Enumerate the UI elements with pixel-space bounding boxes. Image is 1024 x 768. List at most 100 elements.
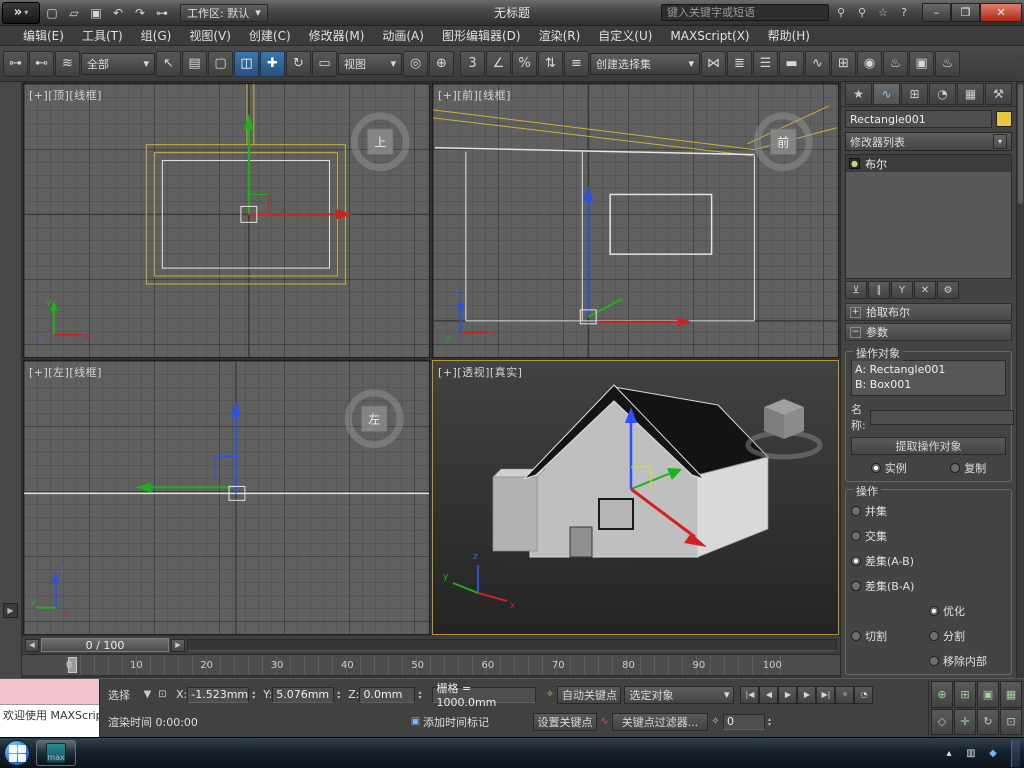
move-gizmo[interactable] (579, 185, 692, 327)
undo-button[interactable]: ↶ (108, 3, 128, 23)
menu-create[interactable]: 创建(C) (240, 26, 300, 45)
bind-to-spacewarp-icon[interactable]: ≋ (55, 50, 80, 77)
extract-operand-button[interactable]: 提取操作对象 (851, 437, 1006, 455)
stack-item-boolean[interactable]: ● 布尔 (846, 155, 1011, 172)
play-button[interactable]: ▶ (778, 685, 798, 704)
viewport-perspective-label[interactable]: [+][透视][真实] (438, 364, 522, 380)
viewport-front-canvas[interactable]: z x y 前 (433, 84, 838, 358)
select-and-move-icon[interactable]: ✚ (260, 50, 285, 77)
viewport-left-label[interactable]: [+][左][线框] (29, 364, 102, 380)
snap-toggle-icon[interactable]: 3 (460, 50, 485, 77)
cut-refine-radio[interactable]: 优化 (929, 603, 1006, 619)
selection-region-icon[interactable]: ▢ (208, 50, 233, 77)
redo-button[interactable]: ↷ (130, 3, 150, 23)
scrollbar-thumb[interactable] (1018, 84, 1023, 204)
angle-snap-icon[interactable]: ∠ (486, 50, 511, 77)
cut-remove-inside-radio[interactable]: 移除内部 (929, 653, 1006, 669)
close-button[interactable]: ✕ (980, 3, 1022, 22)
maximize-viewport-toggle[interactable]: ⊡ (1000, 708, 1022, 735)
maximize-button[interactable]: ❐ (951, 3, 980, 22)
maxscript-mini-listener[interactable]: 欢迎使用 MAXScript (0, 705, 99, 737)
show-hidden-icons[interactable]: ▴ (941, 745, 957, 761)
x-coord-field[interactable]: -1.523mm (187, 686, 250, 703)
menu-help[interactable]: 帮助(H) (759, 26, 819, 45)
object-color-swatch[interactable] (996, 111, 1012, 128)
curve-editor-icon[interactable]: ∿ (805, 50, 830, 77)
modifier-stack[interactable]: ● 布尔 (845, 154, 1012, 279)
menu-graph-editors[interactable]: 图形编辑器(D) (433, 26, 530, 45)
show-end-result-icon[interactable]: ∥ (868, 281, 890, 299)
subtraction-ba-radio[interactable]: 差集(B-A) (851, 578, 1006, 594)
spinner-snap-icon[interactable]: ⇅ (538, 50, 563, 77)
next-frame-button[interactable]: ▶ (171, 638, 185, 652)
tab-motion[interactable]: ◔ (929, 83, 956, 106)
subtraction-ab-radio[interactable]: 差集(A-B) (851, 553, 1006, 569)
union-radio[interactable]: 并集 (851, 503, 1006, 519)
start-button[interactable] (4, 740, 30, 766)
schematic-view-icon[interactable]: ⊞ (831, 50, 856, 77)
modifier-list-dropdown[interactable]: 修改器列表 ▾ (845, 132, 1012, 151)
tray-network-icon[interactable]: ▥ (963, 745, 979, 761)
operand-a[interactable]: A: Rectangle001 (855, 362, 1002, 377)
new-scene-button[interactable]: ▢ (42, 3, 62, 23)
cut-split-radio[interactable]: 分割 (929, 628, 1006, 644)
render-icon[interactable]: ♨ (935, 50, 960, 77)
use-pivot-center-icon[interactable]: ◎ (403, 50, 428, 77)
make-unique-icon[interactable]: Y (891, 281, 913, 299)
tab-modify[interactable]: ∿ (873, 83, 900, 106)
align-icon[interactable]: ≣ (727, 50, 752, 77)
application-menu-button[interactable]: » ▾ (2, 1, 40, 24)
zoom-extents-icon[interactable]: ▣ (977, 681, 999, 708)
previous-frame-button[interactable]: ◀ (25, 638, 39, 652)
set-key-button[interactable]: 设置关键点 (533, 712, 597, 731)
taskbar-3dsmax-button[interactable]: max (36, 740, 76, 766)
intersection-radio[interactable]: 交集 (851, 528, 1006, 544)
viewcube[interactable]: 前 (753, 112, 813, 172)
menu-group[interactable]: 组(G) (132, 26, 181, 45)
select-and-link-icon[interactable]: ⊶ (3, 50, 28, 77)
zoom-all-icon[interactable]: ⊞ (954, 681, 976, 708)
current-frame-field[interactable]: 0 (723, 713, 765, 730)
menu-views[interactable]: 视图(V) (180, 26, 240, 45)
selection-lock-icon[interactable]: ⊡ (155, 687, 170, 702)
select-object-icon[interactable]: ↖ (156, 50, 181, 77)
zoom-extents-all-icon[interactable]: ▦ (1000, 681, 1022, 708)
move-gizmo[interactable] (240, 113, 353, 223)
viewport-top[interactable]: y x z 上 [+][顶][线框] (23, 83, 430, 358)
y-coord-field[interactable]: 5.076mm (272, 686, 335, 703)
viewport-left[interactable]: z y x 左 [+][左][线框] (23, 360, 430, 635)
copy-radio[interactable]: 复制 (950, 460, 986, 476)
viewport-perspective-canvas[interactable]: z x y (433, 361, 838, 634)
select-and-scale-icon[interactable]: ▭ (312, 50, 337, 77)
select-and-link-quick-icon[interactable]: ⊶ (152, 3, 172, 23)
command-panel-scrollbar[interactable] (1016, 82, 1024, 678)
tab-create[interactable]: ★ (845, 83, 872, 106)
viewport-perspective[interactable]: z x y [+][透视][真实] (432, 360, 839, 635)
search-input[interactable] (661, 4, 829, 21)
viewport-front-label[interactable]: [+][前][线框] (438, 87, 511, 103)
help-icon[interactable]: ? (895, 4, 913, 22)
layer-manager-icon[interactable]: ☰ (753, 50, 778, 77)
key-filters-button[interactable]: 关键点过滤器... (612, 712, 708, 731)
viewport-top-label[interactable]: [+][顶][线框] (29, 87, 102, 103)
go-to-start-button[interactable]: |◀ (740, 685, 760, 704)
window-crossing-toggle[interactable]: ◫ (234, 50, 259, 77)
key-filter-scope-dropdown[interactable]: 选定对象 ▾ (624, 685, 735, 704)
key-mode-toggle[interactable]: ✧ (835, 685, 855, 704)
rollout-parameters[interactable]: − 参数 (845, 323, 1012, 341)
viewport-top-canvas[interactable]: y x z 上 (24, 84, 429, 358)
menu-rendering[interactable]: 渲染(R) (530, 26, 590, 45)
render-setup-icon[interactable]: ♨ (883, 50, 908, 77)
reference-coordinate-dropdown[interactable]: 视图 ▾ (338, 52, 402, 75)
edit-named-selections-icon[interactable]: ≡ (564, 50, 589, 77)
configure-modifier-icon[interactable]: ⚙ (937, 281, 959, 299)
zoom-icon[interactable]: ⊕ (931, 681, 953, 708)
operand-name-input[interactable] (869, 409, 1014, 425)
object-name-field[interactable]: Rectangle001 (845, 110, 992, 129)
menu-maxscript[interactable]: MAXScript(X) (661, 26, 758, 45)
track-bar[interactable]: 0 10 20 30 40 50 60 70 80 90 100 (22, 654, 840, 675)
frame-spinner[interactable] (765, 717, 774, 727)
show-desktop-button[interactable] (1011, 739, 1020, 767)
tab-utilities[interactable]: ⚒ (985, 83, 1012, 106)
next-frame-button[interactable]: ▶ (797, 685, 817, 704)
